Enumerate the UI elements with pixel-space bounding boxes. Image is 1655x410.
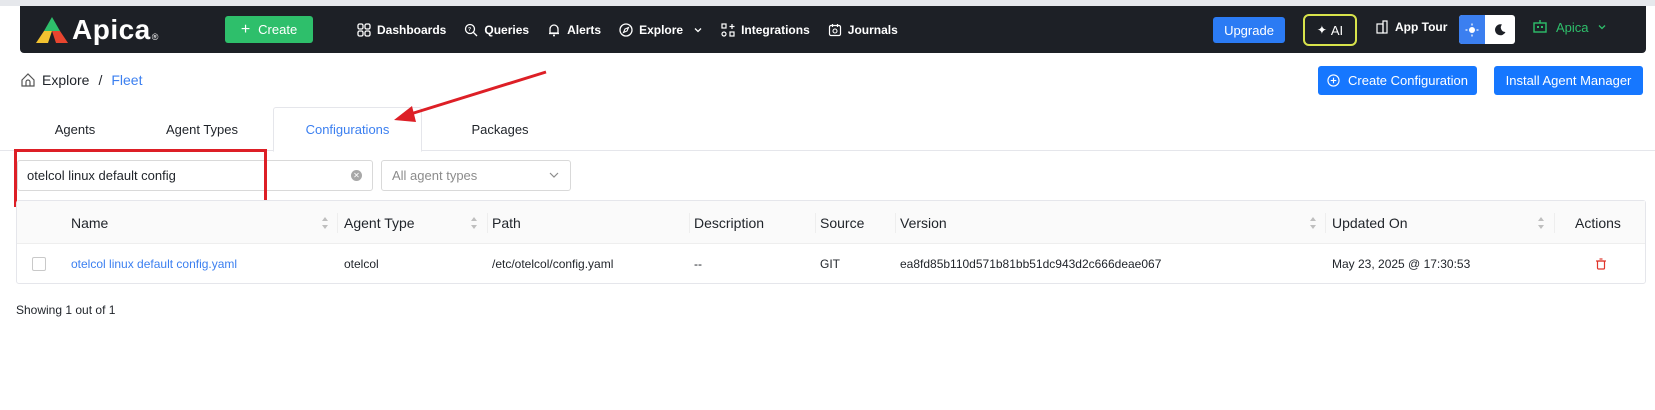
create-configuration-button[interactable]: Create Configuration — [1318, 66, 1477, 95]
breadcrumb-explore[interactable]: Explore — [42, 72, 89, 88]
journal-icon — [828, 23, 841, 36]
nav-label-explore: Explore — [639, 22, 684, 37]
tab-bar: Agents Agent Types Configurations Packag… — [0, 107, 1655, 152]
annotation-arrow — [394, 70, 547, 122]
bell-icon — [549, 23, 560, 36]
search-input[interactable]: otelcol linux default config ✕ — [17, 160, 373, 191]
column-header-source: Source — [820, 214, 865, 231]
column-header-agent-type[interactable]: Agent Type — [344, 201, 415, 244]
grid-icon — [357, 22, 371, 37]
plus-icon: + — [240, 20, 251, 38]
column-header-path: Path — [492, 214, 521, 231]
brand-name: Apica — [72, 13, 151, 45]
configurations-table: Name Agent Type Path Description Source … — [16, 200, 1646, 284]
user-menu[interactable]: Apica — [1532, 19, 1607, 35]
breadcrumb-separator: / — [98, 72, 103, 88]
column-divider — [1325, 213, 1326, 233]
column-header-description: Description — [694, 214, 765, 231]
sort-icon[interactable] — [470, 216, 478, 230]
sort-icon[interactable] — [1537, 216, 1545, 230]
nav-label-alerts: Alerts — [567, 22, 602, 37]
svg-text:?: ? — [468, 27, 471, 33]
chevron-down-icon — [549, 172, 559, 178]
nav-item-integrations[interactable]: Integrations — [721, 23, 810, 37]
nav-label-queries: Queries — [484, 22, 530, 37]
integrations-icon — [721, 22, 735, 37]
agent-type-select-placeholder: All agent types — [392, 168, 478, 183]
moon-icon[interactable] — [1485, 15, 1515, 44]
home-icon[interactable] — [20, 72, 36, 88]
breadcrumb: Explore / Fleet — [20, 72, 142, 88]
column-divider — [487, 213, 488, 233]
nav-item-queries[interactable]: ? Queries — [464, 23, 529, 37]
row-checkbox[interactable] — [32, 257, 46, 271]
clear-search-icon[interactable]: ✕ — [351, 170, 362, 181]
config-name-link[interactable]: otelcol linux default config.yaml — [71, 244, 237, 284]
chevron-down-icon — [1598, 25, 1605, 30]
column-header-actions: Actions — [1575, 214, 1621, 231]
sun-icon[interactable] — [1459, 15, 1485, 44]
nav-label-integrations: Integrations — [741, 22, 810, 37]
search-input-value: otelcol linux default config — [27, 168, 176, 183]
nav-label-journals: Journals — [847, 22, 898, 37]
chevron-down-icon — [694, 27, 702, 32]
cell-path: /etc/otelcol/config.yaml — [492, 257, 614, 271]
main-nav: Dashboards ? Queries Alerts Explore Inte… — [357, 23, 898, 37]
table-header: Name Agent Type Path Description Source … — [17, 201, 1645, 244]
sort-icon[interactable] — [1309, 216, 1317, 230]
nav-item-explore[interactable]: Explore — [619, 23, 703, 37]
user-name: Apica — [1556, 19, 1589, 35]
nav-item-journals[interactable]: Journals — [828, 23, 898, 37]
column-header-version[interactable]: Version — [900, 201, 947, 244]
nav-item-alerts[interactable]: Alerts — [547, 23, 601, 37]
upgrade-button[interactable]: Upgrade — [1213, 17, 1285, 43]
create-configuration-label: Create Configuration — [1348, 73, 1468, 88]
tab-agents[interactable]: Agents — [50, 107, 100, 151]
theme-toggle[interactable] — [1459, 15, 1515, 44]
robot-avatar-icon — [1533, 20, 1547, 33]
top-navbar: Apica ® + Create Dashboards ? Queries Al… — [20, 6, 1646, 53]
column-header-updated-on[interactable]: Updated On — [1332, 201, 1408, 244]
nav-label-dashboards: Dashboards — [377, 22, 447, 37]
column-divider — [337, 213, 338, 233]
breadcrumb-fleet: Fleet — [111, 72, 143, 88]
table-row: otelcol linux default config.yaml otelco… — [17, 244, 1645, 284]
building-icon — [1376, 20, 1388, 34]
column-header-name[interactable]: Name — [71, 201, 108, 244]
column-divider — [895, 213, 896, 233]
ai-button-label: AI — [1330, 22, 1344, 38]
pagination-summary: Showing 1 out of 1 — [16, 303, 116, 317]
delete-icon[interactable] — [1595, 244, 1607, 284]
agent-type-select[interactable]: All agent types — [381, 160, 571, 191]
cell-updated-on: May 23, 2025 @ 17:30:53 — [1332, 257, 1471, 271]
app-tour-label: App Tour — [1395, 20, 1448, 34]
app-tour-button[interactable]: App Tour — [1375, 20, 1447, 34]
apica-logo-icon — [36, 16, 68, 43]
compass-icon — [619, 22, 633, 37]
brand-registered-icon: ® — [151, 31, 159, 42]
cell-version: ea8fd85b110d571b81bb51dc943d2c666deae067 — [900, 257, 1162, 271]
create-button[interactable]: + Create — [225, 16, 313, 43]
cell-agent-type: otelcol — [344, 257, 379, 271]
apica-logo[interactable]: Apica ® — [36, 14, 201, 46]
ai-button[interactable]: ✦ AI — [1303, 14, 1357, 46]
sparkle-icon: ✦ — [1316, 23, 1327, 37]
column-divider — [689, 213, 690, 233]
column-divider — [1554, 213, 1555, 233]
query-icon: ? — [465, 23, 478, 36]
cell-source: GIT — [820, 257, 840, 271]
install-agent-manager-button[interactable]: Install Agent Manager — [1494, 66, 1643, 95]
plus-circle-icon — [1327, 74, 1340, 87]
nav-item-dashboards[interactable]: Dashboards — [357, 23, 446, 37]
create-button-label: Create — [258, 22, 298, 37]
sort-icon[interactable] — [321, 216, 329, 230]
cell-description: -- — [694, 257, 702, 271]
column-divider — [815, 213, 816, 233]
tab-agent-types[interactable]: Agent Types — [160, 107, 244, 151]
